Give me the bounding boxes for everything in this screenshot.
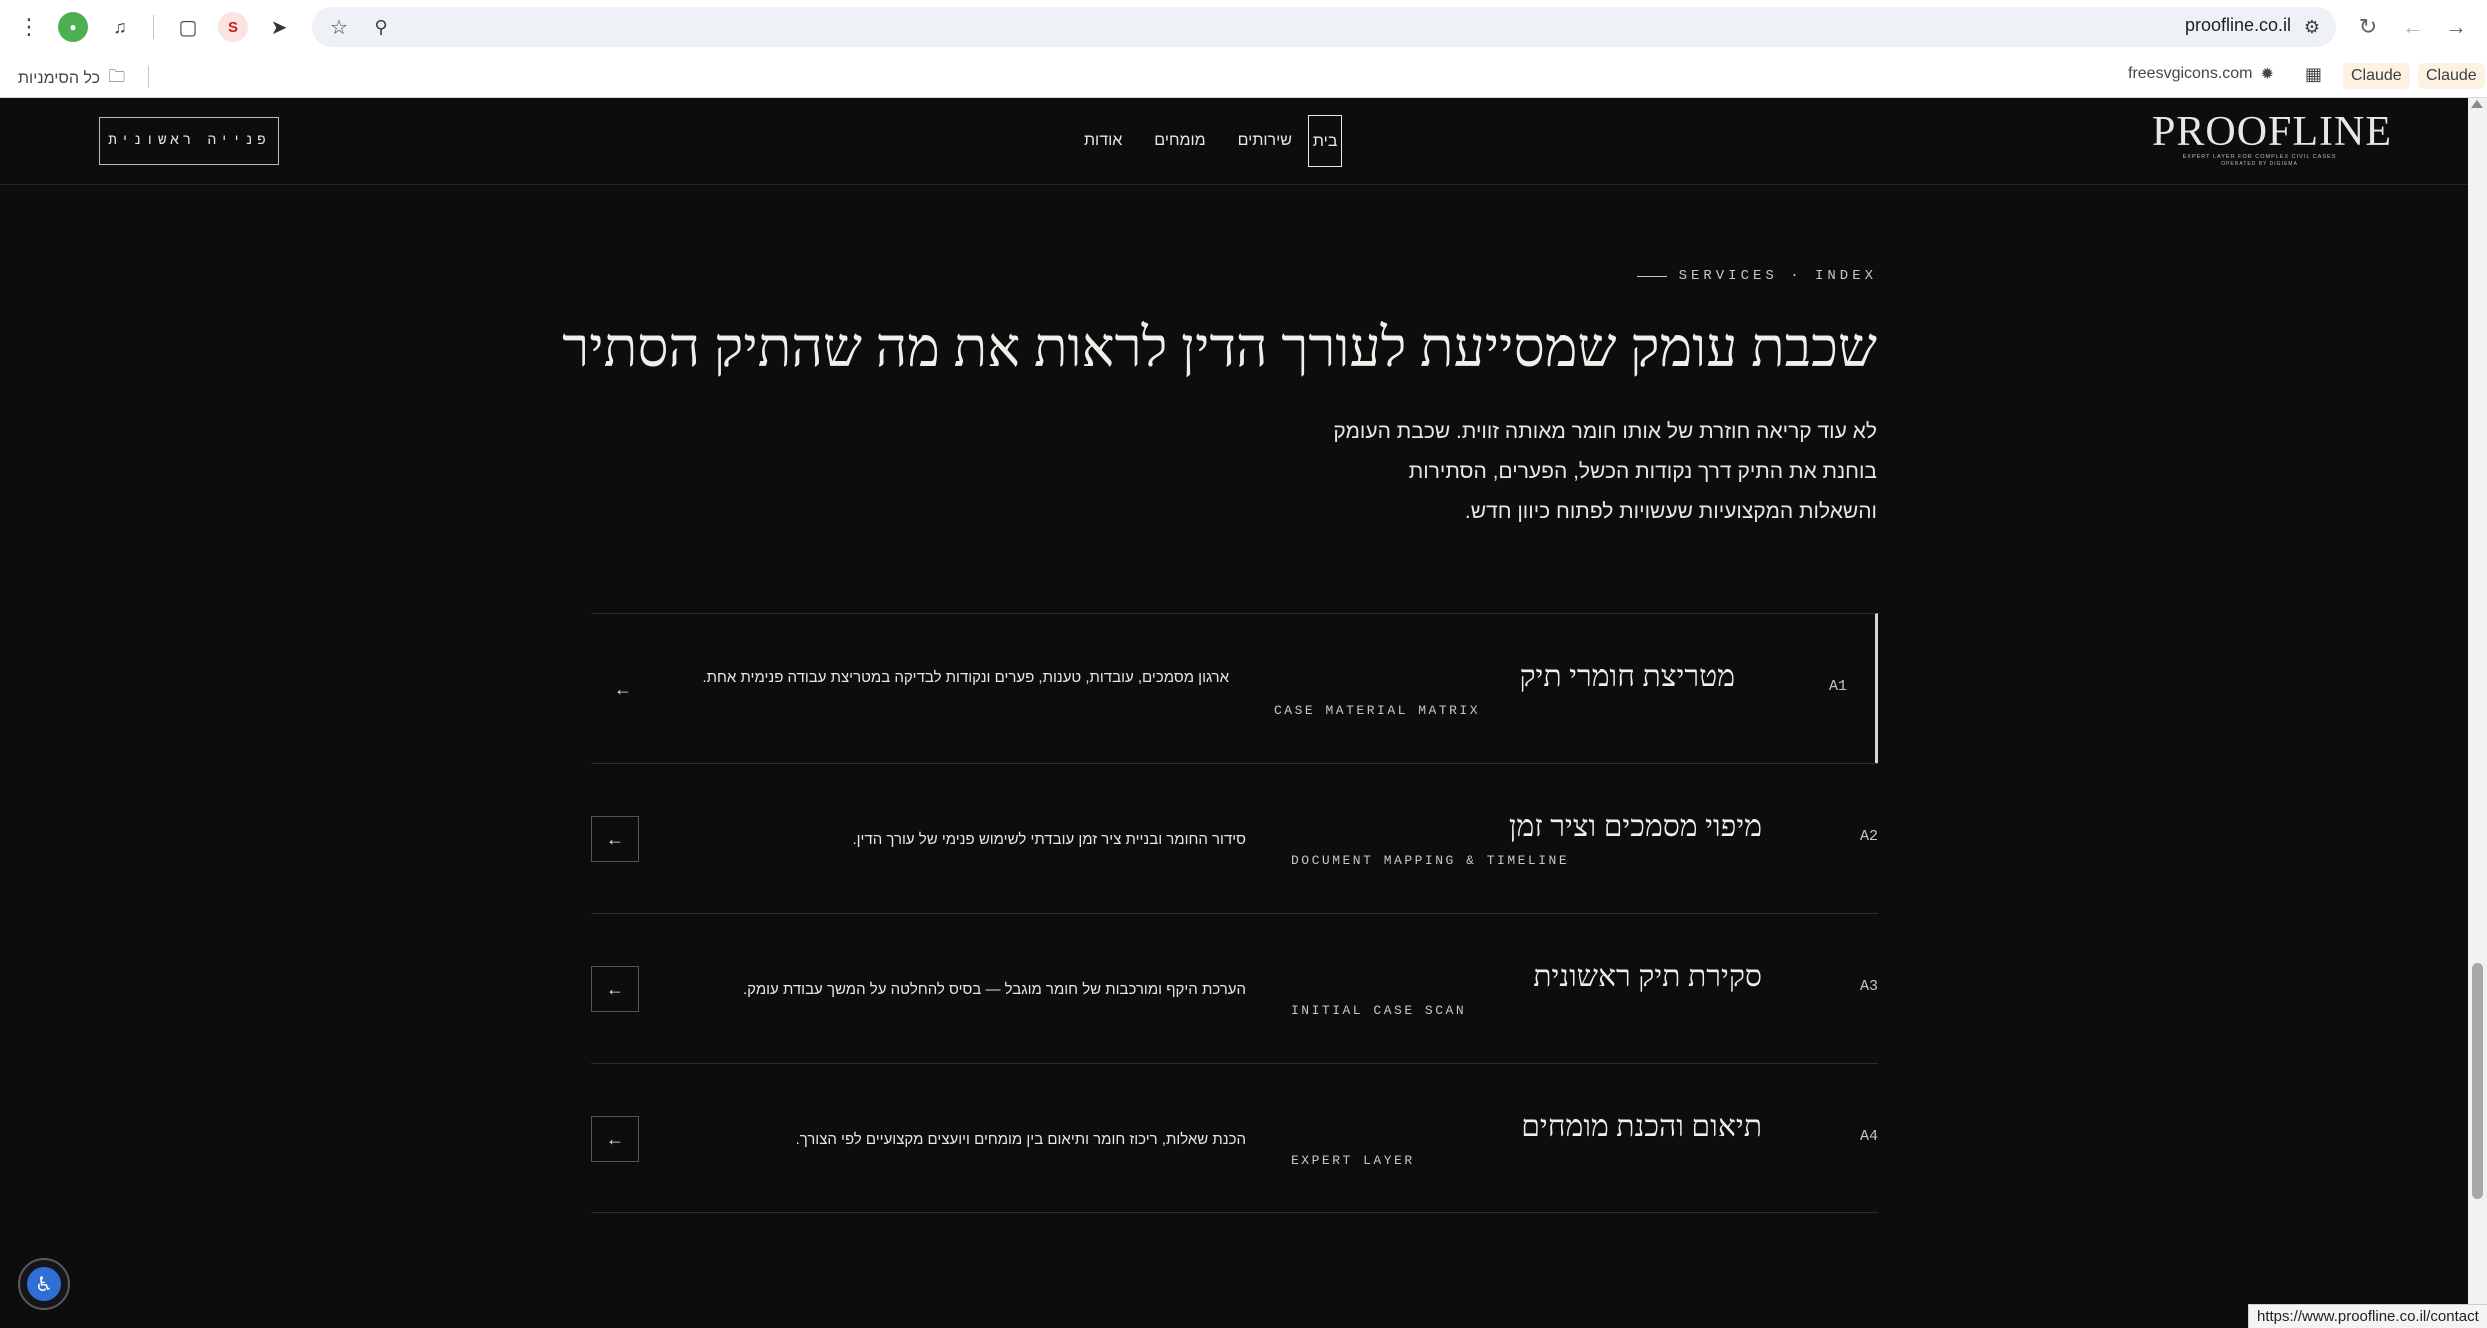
bookmarks-bar: Claude Claude ▦ freesvgicons.com ✹ כל הס… (0, 54, 2487, 98)
bookmark-freesvgicons[interactable]: freesvgicons.com ✹ (2128, 64, 2274, 84)
service-title: מיפוי מסמכים וציר זמן (1508, 810, 1762, 843)
section-eyebrow: SERVICES · INDEX (1636, 268, 1877, 284)
bookmarks-divider (148, 66, 149, 88)
extension-rocket-icon[interactable]: ➤ (264, 12, 294, 42)
arrow-left-icon[interactable]: ← (591, 1116, 639, 1162)
bookmark-claude-2[interactable]: Claude (2418, 63, 2485, 89)
bookmark-label: freesvgicons.com (2128, 65, 2253, 82)
eyebrow-rule (1636, 275, 1667, 277)
service-row-a1[interactable]: A1 מטריצת חומרי תיק CASE MATERIAL MATRIX… (591, 613, 1878, 763)
intro-line: בוחנת את התיק דרך נקודות הכשל, הפערים, ה… (1408, 460, 1877, 483)
arrow-left-icon[interactable]: ← (599, 666, 647, 712)
service-subtitle: EXPERT LAYER (1291, 1153, 1415, 1168)
service-code: A3 (1859, 978, 1878, 995)
contact-cta-button[interactable]: פנייה ראשונית (99, 117, 279, 165)
bookmark-claude-1[interactable]: Claude (2343, 63, 2410, 89)
service-subtitle: CASE MATERIAL MATRIX (1274, 703, 1481, 718)
service-description: הכנת שאלות, ריכוז חומר ותיאום בין מומחים… (795, 1131, 1246, 1148)
all-bookmarks-label: כל הסימניות (18, 69, 101, 87)
bookmark-star-icon[interactable]: ☆ (326, 14, 352, 40)
arrow-left-icon[interactable]: ← (591, 966, 639, 1012)
back-icon[interactable]: → (2441, 12, 2471, 42)
service-row-a2[interactable]: A2 מיפוי מסמכים וציר זמן DOCUMENT MAPPIN… (591, 763, 1878, 913)
profile-avatar-icon[interactable]: ● (58, 12, 88, 42)
service-code: A2 (1859, 828, 1878, 845)
service-title: מטריצת חומרי תיק (1519, 660, 1735, 693)
vertical-dots-icon[interactable]: ⋮ (14, 12, 44, 42)
scroll-up-arrow-icon[interactable] (2471, 100, 2483, 108)
forward-icon[interactable]: ← (2398, 12, 2428, 42)
main-nav: בית שירותים מומחים אודות (1068, 115, 1343, 167)
intro-line: לא עוד קריאה חוזרת של אותו חומר מאותה זו… (1333, 420, 1877, 443)
reload-icon[interactable]: ↻ (2353, 12, 2383, 42)
site-settings-icon[interactable]: ⚙ (2298, 13, 2326, 41)
logo-wordmark: PROOFLINE (2152, 109, 2393, 155)
service-row-a3[interactable]: A3 סקירת תיק ראשונית INITIAL CASE SCAN ה… (591, 913, 1878, 1063)
eyebrow-text: SERVICES · INDEX (1678, 268, 1877, 284)
browser-toolbar: → ← ↻ proofline.co.il ⚙ ⚲ ☆ ➤ S ▢ ♫ ● ⋮ (0, 0, 2487, 54)
service-code: A1 (1828, 678, 1847, 695)
accessibility-button[interactable]: ♿ (18, 1258, 70, 1310)
logo-tagline: EXPERT LAYER FOR COMPLEX CIVIL CASES (2182, 154, 2337, 160)
arrow-left-icon[interactable]: ← (591, 816, 639, 862)
service-code: A4 (1859, 1128, 1878, 1145)
url-text[interactable]: proofline.co.il (2185, 15, 2291, 36)
nav-about[interactable]: אודות (1068, 115, 1138, 167)
folder-icon: 🗀 (108, 67, 126, 86)
scrollbar-thumb[interactable] (2472, 963, 2483, 1199)
all-bookmarks[interactable]: כל הסימניות 🗀 (18, 64, 125, 93)
service-description: ארגון מסמכים, עובדות, טענות, פערים ונקוד… (702, 669, 1230, 686)
media-control-icon[interactable]: ♫ (105, 12, 135, 42)
service-row-a4[interactable]: A4 תיאום והכנת מומחים EXPERT LAYER הכנת … (591, 1063, 1878, 1213)
zoom-icon[interactable]: ⚲ (368, 14, 394, 40)
section-heading: שכבת עומק שמסייעת לעורך הדין לראות את מה… (562, 317, 1877, 378)
service-title: סקירת תיק ראשונית (1533, 960, 1762, 993)
service-title: תיאום והכנת מומחים (1521, 1110, 1762, 1143)
service-subtitle: DOCUMENT MAPPING & TIMELINE (1291, 853, 1570, 868)
service-subtitle: INITIAL CASE SCAN (1291, 1003, 1467, 1018)
section-intro: לא עוד קריאה חוזרת של אותו חומר מאותה זו… (1317, 412, 1877, 532)
site-header: פנייה ראשונית בית שירותים מומחים אודות P… (0, 98, 2468, 185)
apps-grid-icon[interactable]: ▦ (2305, 64, 2322, 85)
link-status-bar: https://www.proofline.co.il/contact (2248, 1304, 2487, 1328)
nav-home[interactable]: בית (1307, 115, 1343, 167)
accessibility-icon: ♿ (27, 1267, 61, 1301)
site-logo[interactable]: PROOFLINE EXPERT LAYER FOR COMPLEX CIVIL… (2152, 109, 2393, 170)
extensions-puzzle-icon[interactable]: ▢ (173, 12, 203, 42)
nav-experts[interactable]: מומחים (1138, 115, 1221, 167)
service-description: הערכת היקף ומורכבות של חומר מוגבל — בסיס… (742, 981, 1246, 998)
toolbar-divider (153, 15, 154, 39)
intro-line: והשאלות המקצועיות שעשויות לפתוח כיוון חד… (1464, 500, 1877, 523)
extension-s-icon[interactable]: S (218, 12, 248, 42)
services-list: A1 מטריצת חומרי תיק CASE MATERIAL MATRIX… (591, 613, 1878, 1213)
nav-services[interactable]: שירותים (1222, 115, 1308, 167)
address-bar[interactable]: proofline.co.il ⚙ ⚲ ☆ (312, 7, 2336, 47)
logo-tagline-2: OPERATED BY DIGIEMA (2221, 161, 2298, 167)
service-description: סידור החומר ובניית ציר זמן עובדתי לשימוש… (852, 831, 1246, 848)
favicon-icon: ✹ (2260, 66, 2274, 83)
